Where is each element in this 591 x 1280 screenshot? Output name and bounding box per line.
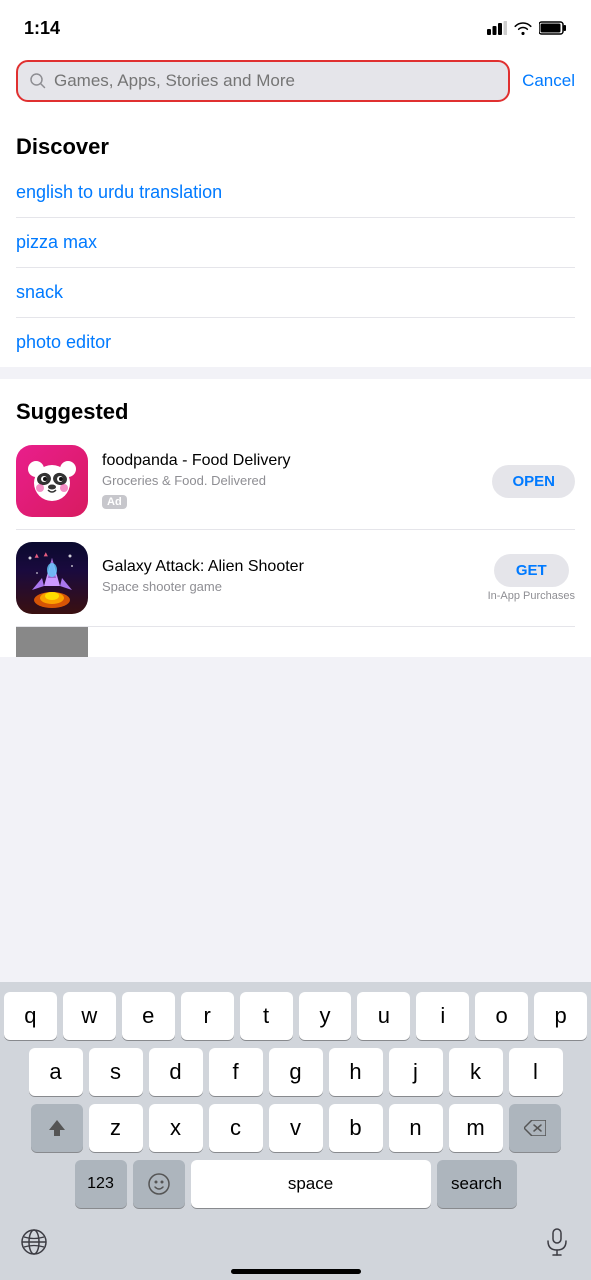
galaxy-subtitle: Space shooter game [102, 579, 474, 594]
discover-title: Discover [0, 114, 591, 168]
key-c[interactable]: c [209, 1104, 263, 1152]
wifi-icon [513, 21, 533, 35]
shift-key[interactable] [31, 1104, 83, 1152]
galaxy-svg [22, 548, 82, 608]
globe-icon[interactable] [12, 1220, 56, 1264]
ad-badge: Ad [102, 495, 127, 509]
delete-key[interactable] [509, 1104, 561, 1152]
key-a[interactable]: a [29, 1048, 83, 1096]
open-button[interactable]: OPEN [492, 465, 575, 498]
status-icons [487, 21, 567, 35]
delete-icon [524, 1120, 546, 1136]
keyboard: q w e r t y u i o p a s d f g h j k l z … [0, 982, 591, 1280]
mic-icon[interactable] [535, 1220, 579, 1264]
key-x[interactable]: x [149, 1104, 203, 1152]
key-q[interactable]: q [4, 992, 57, 1040]
get-button[interactable]: GET [494, 554, 569, 587]
discover-item[interactable]: english to urdu translation [16, 168, 575, 218]
foodpanda-subtitle: Groceries & Food. Delivered [102, 473, 478, 488]
keyboard-row-1: q w e r t y u i o p [4, 992, 587, 1040]
search-input-wrapper[interactable] [16, 60, 510, 102]
discover-item[interactable]: photo editor [16, 318, 575, 367]
galaxy-action: GET In-App Purchases [488, 554, 575, 602]
status-time: 1:14 [24, 18, 60, 39]
keyboard-row-3: z x c v b n m [4, 1104, 587, 1152]
foodpanda-info: foodpanda - Food Delivery Groceries & Fo… [102, 452, 478, 510]
suggested-section: Suggested [0, 379, 591, 657]
suggested-title: Suggested [0, 379, 591, 433]
emoji-icon [147, 1172, 171, 1196]
key-m[interactable]: m [449, 1104, 503, 1152]
key-v[interactable]: v [269, 1104, 323, 1152]
key-f[interactable]: f [209, 1048, 263, 1096]
suggested-list: foodpanda - Food Delivery Groceries & Fo… [0, 433, 591, 657]
search-input[interactable] [54, 71, 496, 91]
key-s[interactable]: s [89, 1048, 143, 1096]
panda-svg [26, 455, 78, 507]
status-bar: 1:14 [0, 0, 591, 50]
key-y[interactable]: y [299, 992, 352, 1040]
content-area: Discover english to urdu translation piz… [0, 114, 591, 367]
battery-icon [539, 21, 567, 35]
foodpanda-icon [16, 445, 88, 517]
home-indicator [231, 1269, 361, 1274]
emoji-key[interactable] [133, 1160, 185, 1208]
app-item-foodpanda: foodpanda - Food Delivery Groceries & Fo… [16, 433, 575, 530]
keyboard-row-4: 123 space search [4, 1160, 587, 1208]
cancel-button[interactable]: Cancel [522, 67, 575, 95]
app-item-partial [16, 627, 575, 657]
app-item-galaxy: Galaxy Attack: Alien Shooter Space shoot… [16, 530, 575, 627]
key-u[interactable]: u [357, 992, 410, 1040]
signal-icon [487, 21, 507, 35]
keyboard-bottom-row [4, 1216, 587, 1274]
keyboard-row-2: a s d f g h j k l [4, 1048, 587, 1096]
foodpanda-action: OPEN [492, 465, 575, 498]
key-z[interactable]: z [89, 1104, 143, 1152]
globe-svg [20, 1228, 48, 1256]
key-h[interactable]: h [329, 1048, 383, 1096]
key-i[interactable]: i [416, 992, 469, 1040]
key-d[interactable]: d [149, 1048, 203, 1096]
galaxy-name: Galaxy Attack: Alien Shooter [102, 558, 474, 576]
in-app-purchases-text: In-App Purchases [488, 590, 575, 602]
galaxy-icon [16, 542, 88, 614]
search-bar-area: Cancel [0, 50, 591, 114]
key-l[interactable]: l [509, 1048, 563, 1096]
key-b[interactable]: b [329, 1104, 383, 1152]
discover-item[interactable]: pizza max [16, 218, 575, 268]
key-j[interactable]: j [389, 1048, 443, 1096]
key-k[interactable]: k [449, 1048, 503, 1096]
discover-section: Discover english to urdu translation piz… [0, 114, 591, 367]
key-g[interactable]: g [269, 1048, 323, 1096]
numbers-key[interactable]: 123 [75, 1160, 127, 1208]
key-t[interactable]: t [240, 992, 293, 1040]
foodpanda-name: foodpanda - Food Delivery [102, 452, 478, 470]
mic-svg [545, 1228, 569, 1256]
key-o[interactable]: o [475, 992, 528, 1040]
key-r[interactable]: r [181, 992, 234, 1040]
shift-icon [47, 1118, 67, 1138]
search-icon [30, 73, 46, 89]
key-w[interactable]: w [63, 992, 116, 1040]
galaxy-info: Galaxy Attack: Alien Shooter Space shoot… [102, 558, 474, 598]
search-key[interactable]: search [437, 1160, 517, 1208]
discover-list: english to urdu translation pizza max sn… [0, 168, 591, 367]
key-e[interactable]: e [122, 992, 175, 1040]
key-n[interactable]: n [389, 1104, 443, 1152]
discover-item[interactable]: snack [16, 268, 575, 318]
key-p[interactable]: p [534, 992, 587, 1040]
space-key[interactable]: space [191, 1160, 431, 1208]
partial-icon [16, 627, 88, 657]
